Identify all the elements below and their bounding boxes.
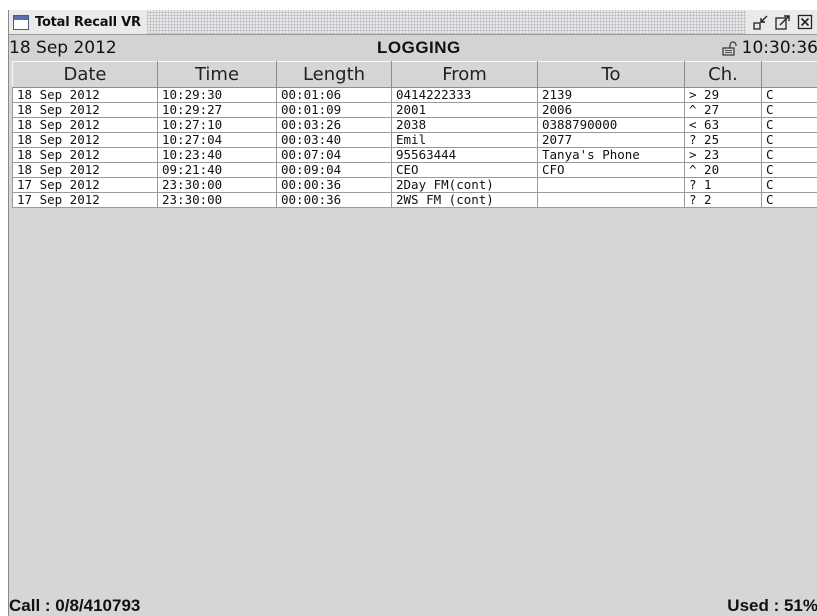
cell-channel: ? 25 <box>684 132 762 148</box>
cell-status: C <box>761 147 817 163</box>
minimize-icon[interactable] <box>752 13 770 31</box>
cell-status: C <box>761 87 817 103</box>
cell-channel: ^ 20 <box>684 162 762 178</box>
cell-time: 23:30:00 <box>157 177 277 193</box>
cell-from: 2038 <box>391 117 538 133</box>
column-header-to[interactable]: To <box>537 61 685 88</box>
cell-length: 00:00:36 <box>276 177 392 193</box>
cell-length: 00:01:06 <box>276 87 392 103</box>
table-row[interactable]: 18 Sep 2012 10:29:27 00:01:09 2001 2006 … <box>12 102 817 118</box>
cell-length: 00:07:04 <box>276 147 392 163</box>
storage-used: Used : 51% <box>727 596 817 615</box>
cell-status: C <box>761 132 817 148</box>
table-row[interactable]: 18 Sep 2012 10:27:04 00:03:40 Emil 2077 … <box>12 132 817 148</box>
close-icon[interactable] <box>796 13 814 31</box>
cell-to <box>537 177 685 193</box>
cell-date: 18 Sep 2012 <box>12 87 158 103</box>
cell-to: 2006 <box>537 102 685 118</box>
cell-from: 2001 <box>391 102 538 118</box>
cell-time: 10:29:30 <box>157 87 277 103</box>
cell-channel: ? 2 <box>684 192 762 208</box>
header-clock: 10:30:36 <box>722 38 817 58</box>
cell-length: 00:09:04 <box>276 162 392 178</box>
cell-from: 95563444 <box>391 147 538 163</box>
cell-date: 18 Sep 2012 <box>12 102 158 118</box>
table-row[interactable]: 18 Sep 2012 10:27:10 00:03:26 2038 03887… <box>12 117 817 133</box>
cell-from: Emil <box>391 132 538 148</box>
cell-date: 18 Sep 2012 <box>12 147 158 163</box>
cell-time: 10:27:04 <box>157 132 277 148</box>
cell-channel: > 23 <box>684 147 762 163</box>
window-controls <box>746 10 817 34</box>
call-counter: Call : 0/8/410793 <box>9 596 141 615</box>
cell-channel: < 63 <box>684 117 762 133</box>
cell-from: 2Day FM(cont) <box>391 177 538 193</box>
cell-date: 18 Sep 2012 <box>12 117 158 133</box>
cell-time: 10:29:27 <box>157 102 277 118</box>
cell-status: C <box>761 102 817 118</box>
mode-label: LOGGING <box>377 38 461 57</box>
cell-length: 00:03:26 <box>276 117 392 133</box>
column-header-time[interactable]: Time <box>157 61 277 88</box>
maximize-icon[interactable] <box>774 13 792 31</box>
column-header-status[interactable] <box>761 61 817 88</box>
cell-to: 0388790000 <box>537 117 685 133</box>
call-log-table: Date Time Length From To Ch. 18 Sep 2012… <box>12 61 817 208</box>
cell-time: 23:30:00 <box>157 192 277 208</box>
cell-to: 2077 <box>537 132 685 148</box>
cell-status: C <box>761 192 817 208</box>
cell-channel: > 29 <box>684 87 762 103</box>
cell-date: 18 Sep 2012 <box>12 162 158 178</box>
cell-date: 18 Sep 2012 <box>12 132 158 148</box>
cell-length: 00:00:36 <box>276 192 392 208</box>
cell-status: C <box>761 117 817 133</box>
cell-date: 17 Sep 2012 <box>12 177 158 193</box>
column-header-date[interactable]: Date <box>12 61 158 88</box>
app-window: Total Recall VR 18 Sep 2012 LOGGING 10:3… <box>8 10 817 616</box>
window-app-icon[interactable] <box>13 14 29 30</box>
cell-date: 17 Sep 2012 <box>12 192 158 208</box>
call-log-table-wrap: Date Time Length From To Ch. 18 Sep 2012… <box>12 61 817 208</box>
cell-from: 0414222333 <box>391 87 538 103</box>
cell-from: 2WS FM (cont) <box>391 192 538 208</box>
cell-channel: ? 1 <box>684 177 762 193</box>
title-bar[interactable]: Total Recall VR <box>9 10 817 35</box>
cell-to: 2139 <box>537 87 685 103</box>
table-row[interactable]: 18 Sep 2012 10:29:30 00:01:06 0414222333… <box>12 87 817 103</box>
table-row[interactable]: 17 Sep 2012 23:30:00 00:00:36 2Day FM(co… <box>12 177 817 193</box>
status-footer: Call : 0/8/410793 Used : 51% <box>9 594 817 616</box>
table-row[interactable]: 18 Sep 2012 10:23:40 00:07:04 95563444 T… <box>12 147 817 163</box>
cell-to <box>537 192 685 208</box>
cell-to: Tanya's Phone <box>537 147 685 163</box>
table-row[interactable]: 17 Sep 2012 23:30:00 00:00:36 2WS FM (co… <box>12 192 817 208</box>
unlocked-padlock-icon[interactable] <box>722 40 738 56</box>
cell-status: C <box>761 162 817 178</box>
cell-from: CEO <box>391 162 538 178</box>
table-row[interactable]: 18 Sep 2012 09:21:40 00:09:04 CEO CFO ^ … <box>12 162 817 178</box>
cell-time: 10:27:10 <box>157 117 277 133</box>
window-title: Total Recall VR <box>35 14 141 30</box>
cell-length: 00:01:09 <box>276 102 392 118</box>
cell-time: 10:23:40 <box>157 147 277 163</box>
column-header-channel[interactable]: Ch. <box>684 61 762 88</box>
cell-status: C <box>761 177 817 193</box>
column-header-from[interactable]: From <box>391 61 538 88</box>
cell-time: 09:21:40 <box>157 162 277 178</box>
header-date: 18 Sep 2012 <box>9 38 117 58</box>
cell-length: 00:03:40 <box>276 132 392 148</box>
cell-to: CFO <box>537 162 685 178</box>
cell-channel: ^ 27 <box>684 102 762 118</box>
table-header-row: Date Time Length From To Ch. <box>12 61 817 88</box>
title-area: Total Recall VR <box>9 10 147 34</box>
header-time: 10:30:36 <box>741 38 817 58</box>
column-header-length[interactable]: Length <box>276 61 392 88</box>
status-header: 18 Sep 2012 LOGGING 10:30:36 <box>9 35 817 61</box>
